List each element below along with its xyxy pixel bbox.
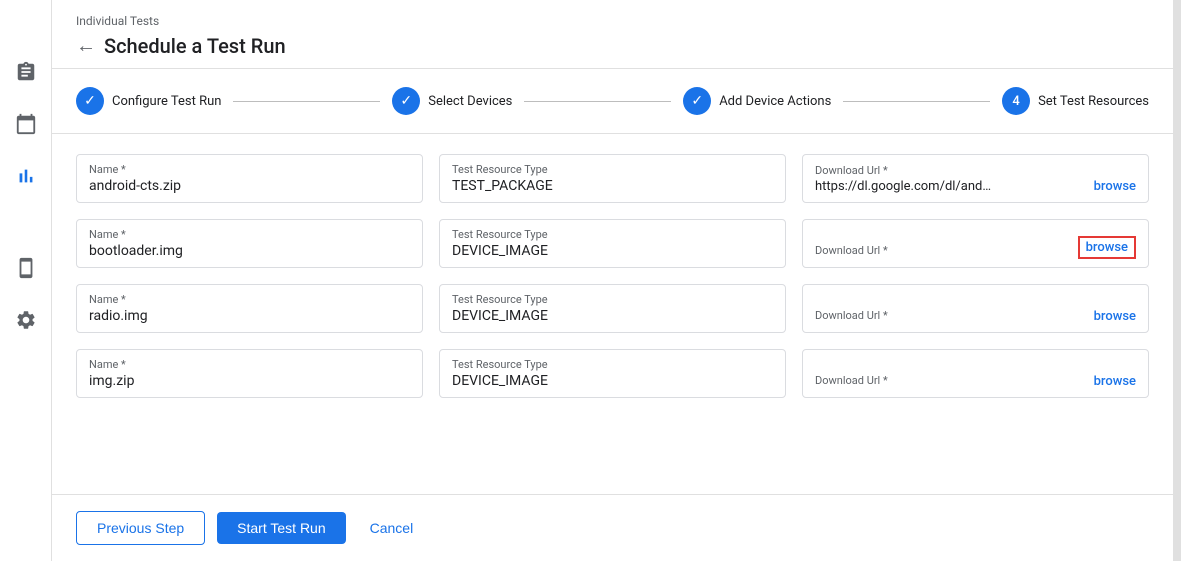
step-1-circle — [76, 87, 104, 115]
url-value-1: https://dl.google.com/dl/android/c — [815, 179, 995, 194]
step-1-label: Configure Test Run — [112, 94, 221, 109]
header: Individual Tests ← Schedule a Test Run — [52, 0, 1173, 69]
chart-icon[interactable] — [14, 164, 38, 188]
step-2-circle — [392, 87, 420, 115]
browse-link-3[interactable]: browse — [1086, 309, 1136, 324]
name-value-3: radio.img — [89, 308, 410, 324]
browse-link-4[interactable]: browse — [1086, 374, 1136, 389]
connector-1 — [233, 101, 380, 102]
name-label-1: Name * — [89, 163, 410, 176]
step-3-label: Add Device Actions — [719, 94, 831, 109]
connector-3 — [843, 101, 990, 102]
type-field-1[interactable]: Test Resource Type TEST_PACKAGE — [439, 154, 786, 203]
type-value-4: DEVICE_IMAGE — [452, 373, 773, 389]
gear-icon[interactable] — [14, 308, 38, 332]
url-label-3: Download Url * — [815, 309, 1086, 322]
url-label-2: Download Url * — [815, 244, 1078, 257]
browse-link-2[interactable]: browse — [1078, 236, 1136, 259]
step-add-actions: Add Device Actions — [683, 87, 831, 115]
type-field-4[interactable]: Test Resource Type DEVICE_IMAGE — [439, 349, 786, 398]
type-label-1: Test Resource Type — [452, 163, 773, 176]
breadcrumb: Individual Tests — [76, 14, 1149, 28]
url-label-4: Download Url * — [815, 374, 1086, 387]
type-field-2[interactable]: Test Resource Type DEVICE_IMAGE — [439, 219, 786, 268]
type-label-4: Test Resource Type — [452, 358, 773, 371]
step-select-devices: Select Devices — [392, 87, 512, 115]
step-2-label: Select Devices — [428, 94, 512, 109]
type-value-3: DEVICE_IMAGE — [452, 308, 773, 324]
name-field-4[interactable]: Name * img.zip — [76, 349, 423, 398]
name-field-2[interactable]: Name * bootloader.img — [76, 219, 423, 268]
browse-link-1[interactable]: browse — [1086, 179, 1136, 194]
url-field-3[interactable]: Download Url * browse — [802, 284, 1149, 333]
url-label-1: Download Url * — [815, 164, 1086, 177]
form-content: Name * android-cts.zip Test Resource Typ… — [52, 134, 1173, 494]
step-4-circle — [1002, 87, 1030, 115]
clipboard-icon[interactable] — [14, 60, 38, 84]
connector-2 — [524, 101, 671, 102]
start-test-run-button[interactable]: Start Test Run — [217, 512, 345, 544]
cancel-button[interactable]: Cancel — [358, 512, 426, 544]
previous-step-button[interactable]: Previous Step — [76, 511, 205, 545]
type-label-3: Test Resource Type — [452, 293, 773, 306]
step-configure: Configure Test Run — [76, 87, 221, 115]
resource-row-2: Name * bootloader.img Test Resource Type… — [76, 219, 1149, 268]
step-3-circle — [683, 87, 711, 115]
name-value-1: android-cts.zip — [89, 178, 410, 194]
name-field-1[interactable]: Name * android-cts.zip — [76, 154, 423, 203]
name-label-2: Name * — [89, 228, 410, 241]
name-label-3: Name * — [89, 293, 410, 306]
phone-icon[interactable] — [14, 256, 38, 280]
page-title: Schedule a Test Run — [104, 34, 286, 58]
resource-row-3: Name * radio.img Test Resource Type DEVI… — [76, 284, 1149, 333]
back-button[interactable]: ← — [76, 35, 96, 58]
footer: Previous Step Start Test Run Cancel — [52, 494, 1173, 561]
scrollbar[interactable] — [1173, 0, 1181, 561]
name-field-3[interactable]: Name * radio.img — [76, 284, 423, 333]
type-value-1: TEST_PACKAGE — [452, 178, 773, 194]
sidebar — [0, 0, 52, 561]
name-value-4: img.zip — [89, 373, 410, 389]
type-value-2: DEVICE_IMAGE — [452, 243, 773, 259]
name-value-2: bootloader.img — [89, 243, 410, 259]
type-label-2: Test Resource Type — [452, 228, 773, 241]
resource-row-1: Name * android-cts.zip Test Resource Typ… — [76, 154, 1149, 203]
name-label-4: Name * — [89, 358, 410, 371]
calendar-icon[interactable] — [14, 112, 38, 136]
step-4-label: Set Test Resources — [1038, 94, 1149, 109]
type-field-3[interactable]: Test Resource Type DEVICE_IMAGE — [439, 284, 786, 333]
url-field-2[interactable]: Download Url * browse — [802, 219, 1149, 268]
main-content: Individual Tests ← Schedule a Test Run C… — [52, 0, 1173, 561]
stepper: Configure Test Run Select Devices Add De… — [52, 69, 1173, 134]
url-field-4[interactable]: Download Url * browse — [802, 349, 1149, 398]
url-field-1[interactable]: Download Url * https://dl.google.com/dl/… — [802, 154, 1149, 203]
resource-row-4: Name * img.zip Test Resource Type DEVICE… — [76, 349, 1149, 398]
step-set-resources: Set Test Resources — [1002, 87, 1149, 115]
